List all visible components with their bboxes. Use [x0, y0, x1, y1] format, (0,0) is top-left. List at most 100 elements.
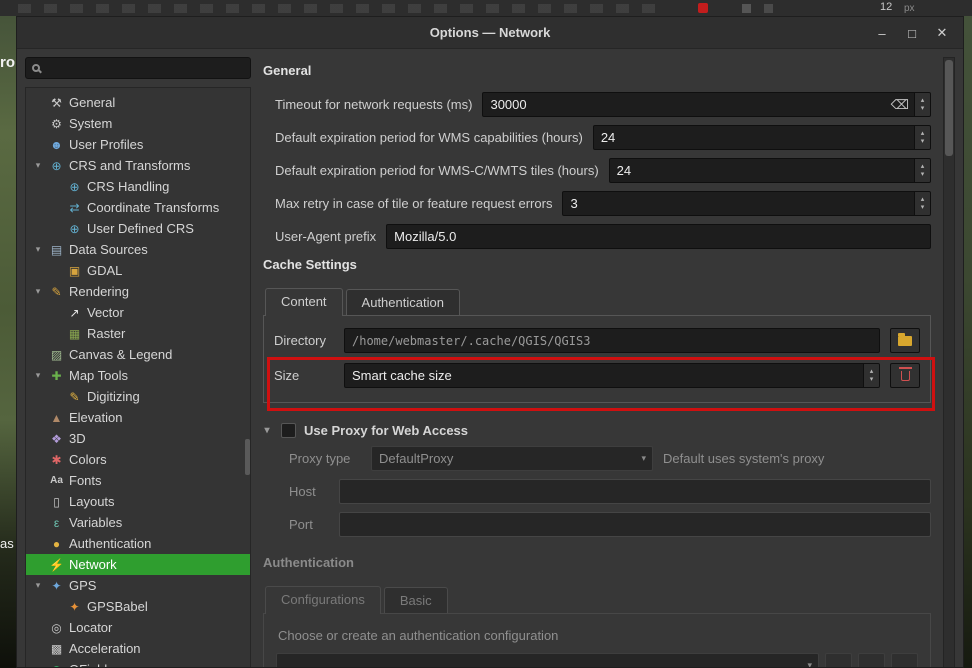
browse-folder-button[interactable]: [890, 328, 920, 353]
proxy-port-input[interactable]: [339, 512, 931, 537]
sidebar-item-canvas-legend[interactable]: ▨Canvas & Legend: [26, 344, 250, 365]
auth-edit-button[interactable]: [858, 653, 885, 668]
branch-expanded-icon[interactable]: ▾: [32, 370, 44, 381]
sidebar-item-network[interactable]: ⚡Network: [26, 554, 250, 575]
cache-size-select[interactable]: Smart cache size ▴▾: [344, 363, 880, 388]
user-agent-label: User-Agent prefix: [275, 229, 376, 244]
minimize-icon[interactable]: –: [867, 20, 897, 46]
settings-search[interactable]: [25, 57, 251, 79]
maximize-icon[interactable]: □: [897, 20, 927, 46]
branch-expanded-icon[interactable]: ▾: [32, 580, 44, 591]
sidebar-item-coordinate-transforms[interactable]: ⇄Coordinate Transforms: [26, 197, 250, 218]
sidebar-item-locator[interactable]: ◎Locator: [26, 617, 250, 638]
spinner[interactable]: ▴▾: [914, 126, 930, 149]
folder-icon: [898, 336, 912, 346]
chevron-down-icon: ▾: [633, 453, 646, 464]
general-section-title: General: [263, 63, 933, 78]
branch-expanded-icon[interactable]: ▾: [32, 286, 44, 297]
sidebar-item-digitizing[interactable]: ✎Digitizing: [26, 386, 250, 407]
sidebar-item-fonts[interactable]: AaFonts: [26, 470, 250, 491]
pencil-icon: ✎: [66, 390, 83, 404]
dialog-scrollbar-thumb[interactable]: [945, 60, 953, 156]
settings-tree: ⚒General ⚙System ☻User Profiles ▾⊕CRS an…: [25, 87, 251, 668]
user-agent-input[interactable]: Mozilla/5.0: [386, 224, 931, 249]
branch-expanded-icon[interactable]: ▾: [32, 160, 44, 171]
sidebar-item-general[interactable]: ⚒General: [26, 92, 250, 113]
sidebar-item-vector[interactable]: ↗Vector: [26, 302, 250, 323]
spinner[interactable]: ▴▾: [914, 159, 930, 182]
spin-up-icon: ▴: [870, 368, 874, 376]
sidebar-item-system[interactable]: ⚙System: [26, 113, 250, 134]
sidebar-item-user-profiles[interactable]: ☻User Profiles: [26, 134, 250, 155]
tab-basic[interactable]: Basic: [384, 587, 448, 613]
proxy-host-input[interactable]: [339, 479, 931, 504]
auth-add-button[interactable]: [825, 653, 852, 668]
branch-expanded-icon[interactable]: ▾: [32, 244, 44, 255]
sidebar-item-layouts[interactable]: ▯Layouts: [26, 491, 250, 512]
auth-config-select[interactable]: ▾: [276, 653, 819, 668]
sidebar-item-authentication[interactable]: ●Authentication: [26, 533, 250, 554]
mountain-icon: ▲: [48, 411, 65, 425]
sidebar-item-data-sources[interactable]: ▾▤Data Sources: [26, 239, 250, 260]
sidebar-item-crs-handling[interactable]: ⊕CRS Handling: [26, 176, 250, 197]
use-proxy-checkbox[interactable]: [281, 423, 296, 438]
sidebar-item-map-tools[interactable]: ▾✚Map Tools: [26, 365, 250, 386]
palette-icon: ✱: [48, 453, 65, 467]
sidebar-item-colors[interactable]: ✱Colors: [26, 449, 250, 470]
spinner[interactable]: ▴▾: [914, 192, 930, 215]
sidebar-item-qfield[interactable]: ◉QField: [26, 659, 250, 668]
cache-directory-input[interactable]: /home/webmaster/.cache/QGIS/QGIS3: [344, 328, 880, 353]
wms-expiration-label: Default expiration period for WMS capabi…: [275, 130, 583, 145]
settings-search-input[interactable]: [46, 61, 244, 75]
sidebar-item-acceleration[interactable]: ▩Acceleration: [26, 638, 250, 659]
sidebar-item-elevation[interactable]: ▲Elevation: [26, 407, 250, 428]
tab-authentication[interactable]: Authentication: [346, 289, 460, 315]
directory-label: Directory: [274, 333, 334, 348]
network-settings-panel: General Timeout for network requests (ms…: [259, 57, 935, 668]
wms-expiration-input[interactable]: 24 ▴▾: [593, 125, 931, 150]
gdal-icon: ▣: [66, 264, 83, 278]
tab-configurations[interactable]: Configurations: [265, 586, 381, 614]
clear-icon[interactable]: ⌫: [891, 97, 909, 113]
spin-down-icon: ▾: [921, 171, 925, 179]
sidebar-item-crs-and-transforms[interactable]: ▾⊕CRS and Transforms: [26, 155, 250, 176]
sidebar-item-gps[interactable]: ▾✦GPS: [26, 575, 250, 596]
map-label-fragment: ro: [0, 54, 15, 71]
spin-up-icon: ▴: [921, 196, 925, 204]
paintbrush-icon: ✎: [48, 285, 65, 299]
sidebar-item-user-defined-crs[interactable]: ⊕User Defined CRS: [26, 218, 250, 239]
chip-icon: ▩: [48, 642, 65, 656]
layout-icon: ▯: [48, 495, 65, 509]
collapse-arrow-icon[interactable]: ▾: [261, 425, 273, 436]
sidebar-item-rendering[interactable]: ▾✎Rendering: [26, 281, 250, 302]
sidebar-scrollbar-thumb[interactable]: [245, 439, 250, 475]
sidebar-item-raster[interactable]: ▦Raster: [26, 323, 250, 344]
qgis-toolbar: 12 px: [0, 0, 972, 16]
spinner[interactable]: ▴▾: [914, 93, 930, 116]
sidebar-item-gdal[interactable]: ▣GDAL: [26, 260, 250, 281]
spin-down-icon: ▾: [921, 138, 925, 146]
auth-remove-button[interactable]: [891, 653, 918, 668]
sidebar-item-3d[interactable]: ❖3D: [26, 428, 250, 449]
max-retry-input[interactable]: 3 ▴▾: [562, 191, 931, 216]
dialog-scrollbar[interactable]: [943, 57, 955, 668]
spin-down-icon: ▾: [921, 204, 925, 212]
timeout-input[interactable]: 30000 ⌫ ▴▾: [482, 92, 931, 117]
toolbar-icons: [18, 4, 658, 13]
port-label: Port: [289, 517, 329, 532]
gps-icon: ✦: [48, 579, 65, 593]
sidebar-item-variables[interactable]: εVariables: [26, 512, 250, 533]
gpsbabel-icon: ✦: [66, 600, 83, 614]
cache-tabbar: Content Authentication: [265, 288, 933, 315]
cache-settings-title: Cache Settings: [263, 257, 933, 272]
spinner[interactable]: ▴▾: [863, 364, 879, 387]
close-icon[interactable]: ✕: [927, 20, 957, 46]
wmts-expiration-input[interactable]: 24 ▴▾: [609, 158, 931, 183]
transform-icon: ⇄: [66, 201, 83, 215]
proxy-type-select[interactable]: DefaultProxy ▾: [371, 446, 653, 471]
tab-content[interactable]: Content: [265, 288, 343, 316]
sidebar-item-gpsbabel[interactable]: ✦GPSBabel: [26, 596, 250, 617]
network-icon: ⚡: [48, 558, 65, 572]
spin-up-icon: ▴: [921, 163, 925, 171]
clear-cache-button[interactable]: [890, 363, 920, 388]
